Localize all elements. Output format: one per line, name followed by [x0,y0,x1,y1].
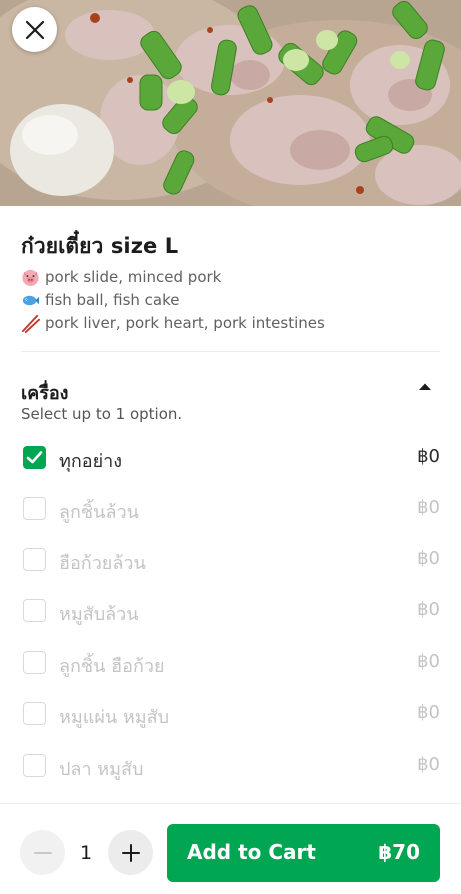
option-group-title: เครื่อง [21,383,69,404]
option-price: ฿0 [417,599,440,620]
option-price: ฿0 [417,446,440,467]
option-item[interactable]: ทุกอย่าง ฿0 [18,438,444,478]
description-text: pork liver, pork heart, pork intestines [45,314,325,332]
checkbox[interactable] [23,702,46,725]
option-price: ฿0 [417,702,440,723]
quantity-value: 1 [79,842,93,864]
add-to-cart-price: ฿70 [378,840,420,864]
decrease-quantity-button[interactable] [20,830,65,875]
option-item[interactable]: ปลา หมูสับ ฿0 [18,746,444,786]
option-label: หมูสับล้วน [59,604,139,625]
noodle-soup-illustration [0,0,461,206]
pig-icon [22,269,39,287]
option-label: ทุกอย่าง [59,451,123,472]
checkbox[interactable] [23,754,46,777]
option-item[interactable]: ลูกชิ้นล้วน ฿0 [18,489,444,529]
option-label: ลูกชิ้นล้วน [59,502,139,523]
chevron-up-icon[interactable] [418,382,432,391]
option-label: ฮือก้วยล้วน [59,553,146,574]
option-price: ฿0 [417,548,440,569]
option-item[interactable]: หมูสับล้วน ฿0 [18,591,444,631]
divider [21,351,440,352]
item-description: pork slide, minced pork fish ball, fish … [21,266,325,335]
option-price: ฿0 [417,497,440,518]
description-line: fish ball, fish cake [21,289,325,312]
add-to-cart-button[interactable]: Add to Cart ฿70 [167,824,440,882]
close-icon [25,20,44,39]
description-line: pork liver, pork heart, pork intestines [21,312,325,335]
option-group-subtitle: Select up to 1 option. [21,405,183,423]
option-label: หมูแผ่น หมูสับ [59,707,170,728]
checkbox[interactable] [23,599,46,622]
checkbox[interactable] [23,651,46,674]
description-line: pork slide, minced pork [21,266,325,289]
food-photo [0,0,461,206]
description-text: pork slide, minced pork [45,268,222,286]
plus-icon [121,843,140,862]
option-label: ลูกชิ้น ฮือก้วย [59,656,165,677]
option-price: ฿0 [417,651,440,672]
fish-icon [22,295,40,306]
description-text: fish ball, fish cake [45,291,180,309]
option-item[interactable]: หมูแผ่น หมูสับ ฿0 [18,694,444,734]
minus-icon [33,851,52,854]
check-icon [26,451,43,464]
chopsticks-icon [21,314,40,333]
add-to-cart-label: Add to Cart [187,840,316,864]
close-button[interactable] [12,7,57,52]
checkbox[interactable] [23,446,46,469]
option-item[interactable]: ฮือก้วยล้วน ฿0 [18,540,444,580]
checkbox[interactable] [23,497,46,520]
increase-quantity-button[interactable] [108,830,153,875]
option-item[interactable]: ลูกชิ้น ฮือก้วย ฿0 [18,643,444,683]
cart-footer: 1 Add to Cart ฿70 [0,803,461,894]
option-label: ปลา หมูสับ [59,759,144,780]
option-price: ฿0 [417,754,440,775]
item-title: ก๋วยเตี๋ยว size L [21,234,179,258]
checkbox[interactable] [23,548,46,571]
